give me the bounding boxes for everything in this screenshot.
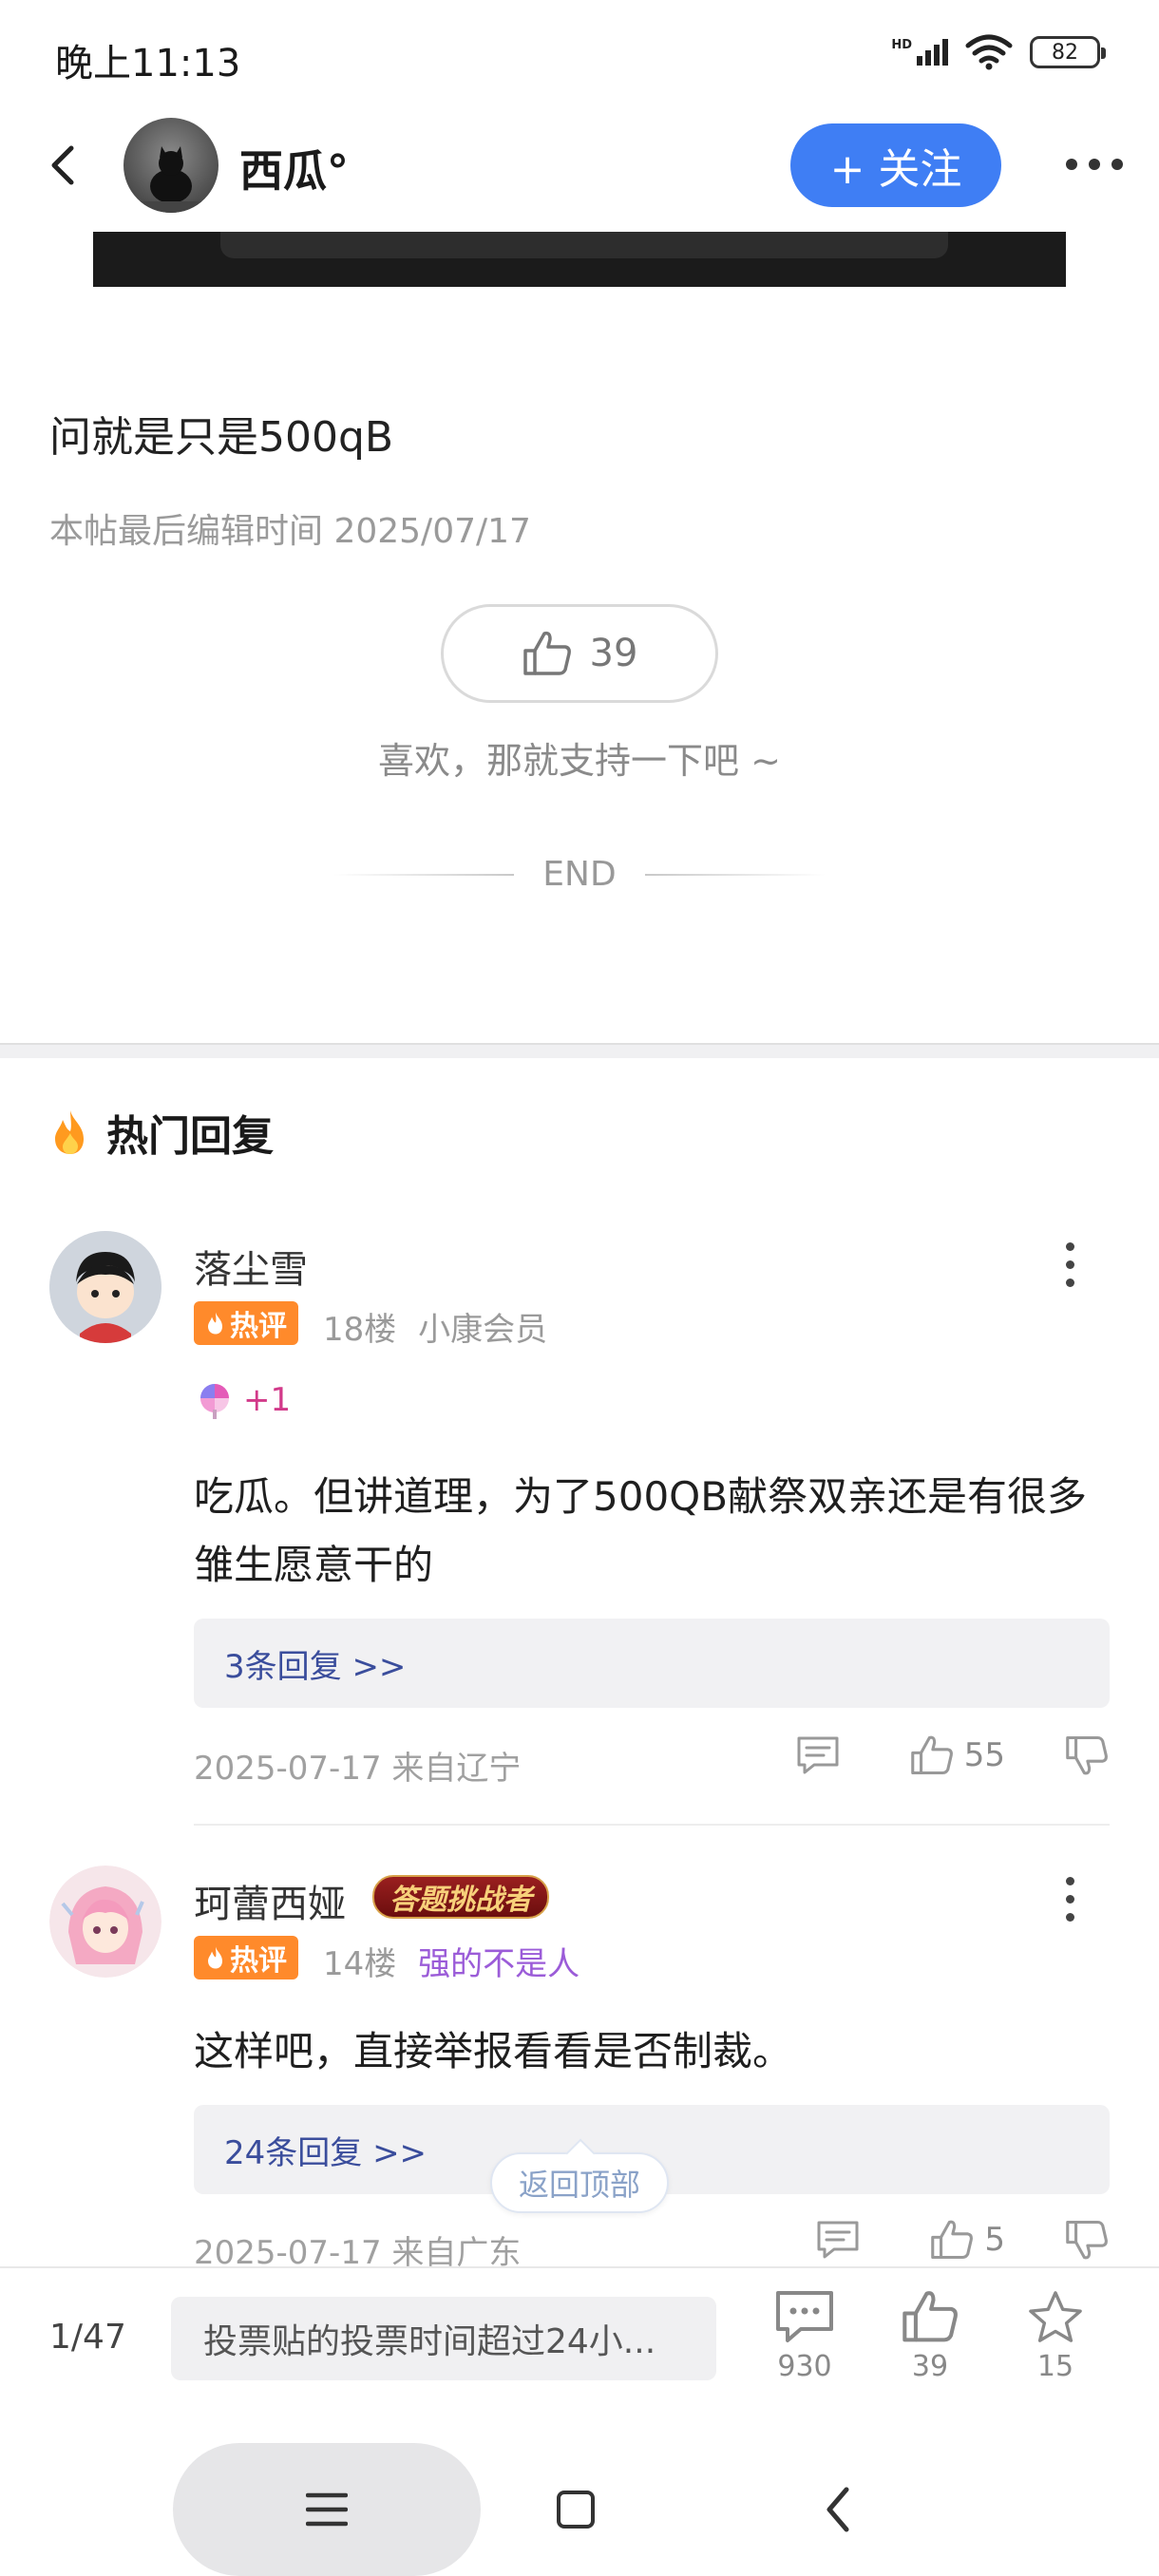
like-hint-text: 喜欢，那就支持一下吧 ~ [378, 740, 781, 782]
reply-level: 强的不是人 [418, 1945, 580, 1983]
reply-like-button[interactable]: 55 [909, 1734, 1005, 1776]
thumbs-down-icon [1066, 1735, 1108, 1775]
comments-button[interactable]: 930 [752, 2289, 857, 2383]
reply-divider [194, 1824, 1110, 1826]
lollipop-icon [200, 1384, 229, 1419]
reply-more-button[interactable] [1060, 1877, 1079, 1922]
hot-comment-badge: 热评 [194, 1936, 298, 1979]
fire-icon [55, 1110, 84, 1154]
status-bar: 晚上11:13 HD 82 [0, 0, 1159, 114]
section-divider [0, 1043, 1159, 1058]
reply-floor: 14楼 [323, 1945, 397, 1983]
likes-count: 39 [911, 2350, 949, 2383]
sub-replies-link[interactable]: 3条回复 >> [194, 1619, 1110, 1708]
network-type: HD [891, 38, 912, 52]
reply-date-location: 2025-07-17 来自辽宁 [194, 1750, 522, 1788]
reply-dislike-button[interactable] [1064, 1734, 1110, 1776]
reply-floor: 18楼 [323, 1311, 397, 1349]
reply-username[interactable]: 珂蕾西娅 [194, 1873, 346, 1928]
follow-button[interactable]: + 关注 [790, 123, 1001, 207]
hot-comment-badge: 热评 [194, 1301, 298, 1345]
battery-indicator: 82 [1030, 36, 1106, 68]
end-divider-right [644, 873, 826, 876]
reply-actions: 55 [795, 1734, 1110, 1776]
gift-count: +1 [243, 1381, 292, 1419]
more-options-button[interactable] [1056, 141, 1132, 188]
author-avatar[interactable] [124, 118, 218, 213]
reply-content: 这样吧，直接举报看看是否制裁。 [194, 2028, 793, 2074]
menu-icon [306, 2492, 348, 2527]
post-edit-time: 本帖最后编辑时间 2025/07/17 [49, 512, 531, 551]
recent-apps-button[interactable] [173, 2443, 481, 2576]
system-nav-bar [0, 2422, 1159, 2576]
system-back-button[interactable] [809, 2479, 866, 2540]
status-icons: HD 82 [891, 34, 1106, 70]
post-like-button[interactable]: 39 [441, 604, 718, 703]
chevron-left-icon [51, 145, 74, 185]
chevron-left-icon [826, 2487, 849, 2532]
thumbs-up-icon [910, 1735, 953, 1775]
end-divider-left [333, 873, 515, 876]
reply-level: 小康会员 [418, 1311, 548, 1349]
reply-comment-button[interactable] [795, 1734, 841, 1776]
reply-meta: 18楼 小康会员 [323, 1303, 547, 1350]
comment-icon [797, 1736, 839, 1774]
reply-input[interactable]: 投票贴的投票时间超过24小... [171, 2297, 716, 2380]
post-end-marker: END [0, 855, 1159, 894]
fire-icon [208, 1312, 222, 1335]
page-indicator[interactable]: 1/47 [49, 2318, 126, 2357]
reply-username[interactable]: 落尘雪 [194, 1239, 308, 1294]
star-icon [1029, 2291, 1082, 2342]
top-nav: 西瓜° + 关注 [0, 114, 1159, 218]
fire-icon [208, 1946, 222, 1969]
reply-actions: 5 [815, 2219, 1110, 2261]
wifi-icon [965, 34, 1013, 70]
end-label: END [542, 855, 617, 894]
author-name[interactable]: 西瓜° [239, 137, 349, 199]
reply-content: 吃瓜。但讲道理，为了500QB献祭双亲还是有很多雏生愿意干的 [194, 1473, 1088, 1588]
bottom-action-bar: 1/47 投票贴的投票时间超过24小... 930 39 15 [0, 2266, 1159, 2422]
thumbs-up-icon [931, 2220, 974, 2260]
gift-indicator[interactable]: +1 [196, 1381, 291, 1419]
reply-meta: 14楼 强的不是人 [323, 1938, 580, 1984]
comments-count: 930 [777, 2350, 832, 2383]
reply-dislike-button[interactable] [1064, 2219, 1110, 2261]
thumbs-up-icon [522, 631, 571, 675]
reply-like-count: 5 [984, 2221, 1005, 2259]
thumbs-up-icon [902, 2291, 958, 2342]
home-button[interactable] [557, 2491, 595, 2529]
post-content: 问就是只是500qB [49, 413, 394, 462]
reply-avatar[interactable] [49, 1866, 162, 1978]
comment-icon [817, 2221, 859, 2259]
post-like-count: 39 [589, 632, 638, 675]
reply-comment-button[interactable] [815, 2219, 861, 2261]
quiz-challenger-badge: 答题挑战者 [372, 1875, 549, 1919]
status-time: 晚上11:13 [55, 42, 241, 85]
reply-footer: 2025-07-17 来自辽宁 55 [194, 1734, 1110, 1791]
back-to-top-button[interactable]: 返回顶部 [490, 2152, 669, 2213]
hot-replies-title: 热门回复 [106, 1112, 274, 1161]
hot-replies-header: 热门回复 [49, 1102, 274, 1163]
reply-avatar[interactable] [49, 1231, 162, 1343]
back-button[interactable] [34, 137, 91, 194]
favorite-button[interactable]: 15 [1003, 2289, 1108, 2383]
reply-like-count: 55 [963, 1736, 1005, 1774]
reply-more-button[interactable] [1060, 1242, 1079, 1287]
comment-icon [776, 2291, 833, 2342]
reply-like-button[interactable]: 5 [929, 2219, 1005, 2261]
signal-icon: HD [891, 39, 948, 66]
favorites-count: 15 [1036, 2350, 1074, 2383]
post-media-fragment[interactable] [93, 232, 1066, 287]
like-button[interactable]: 39 [878, 2289, 982, 2383]
thumbs-down-icon [1066, 2220, 1108, 2260]
